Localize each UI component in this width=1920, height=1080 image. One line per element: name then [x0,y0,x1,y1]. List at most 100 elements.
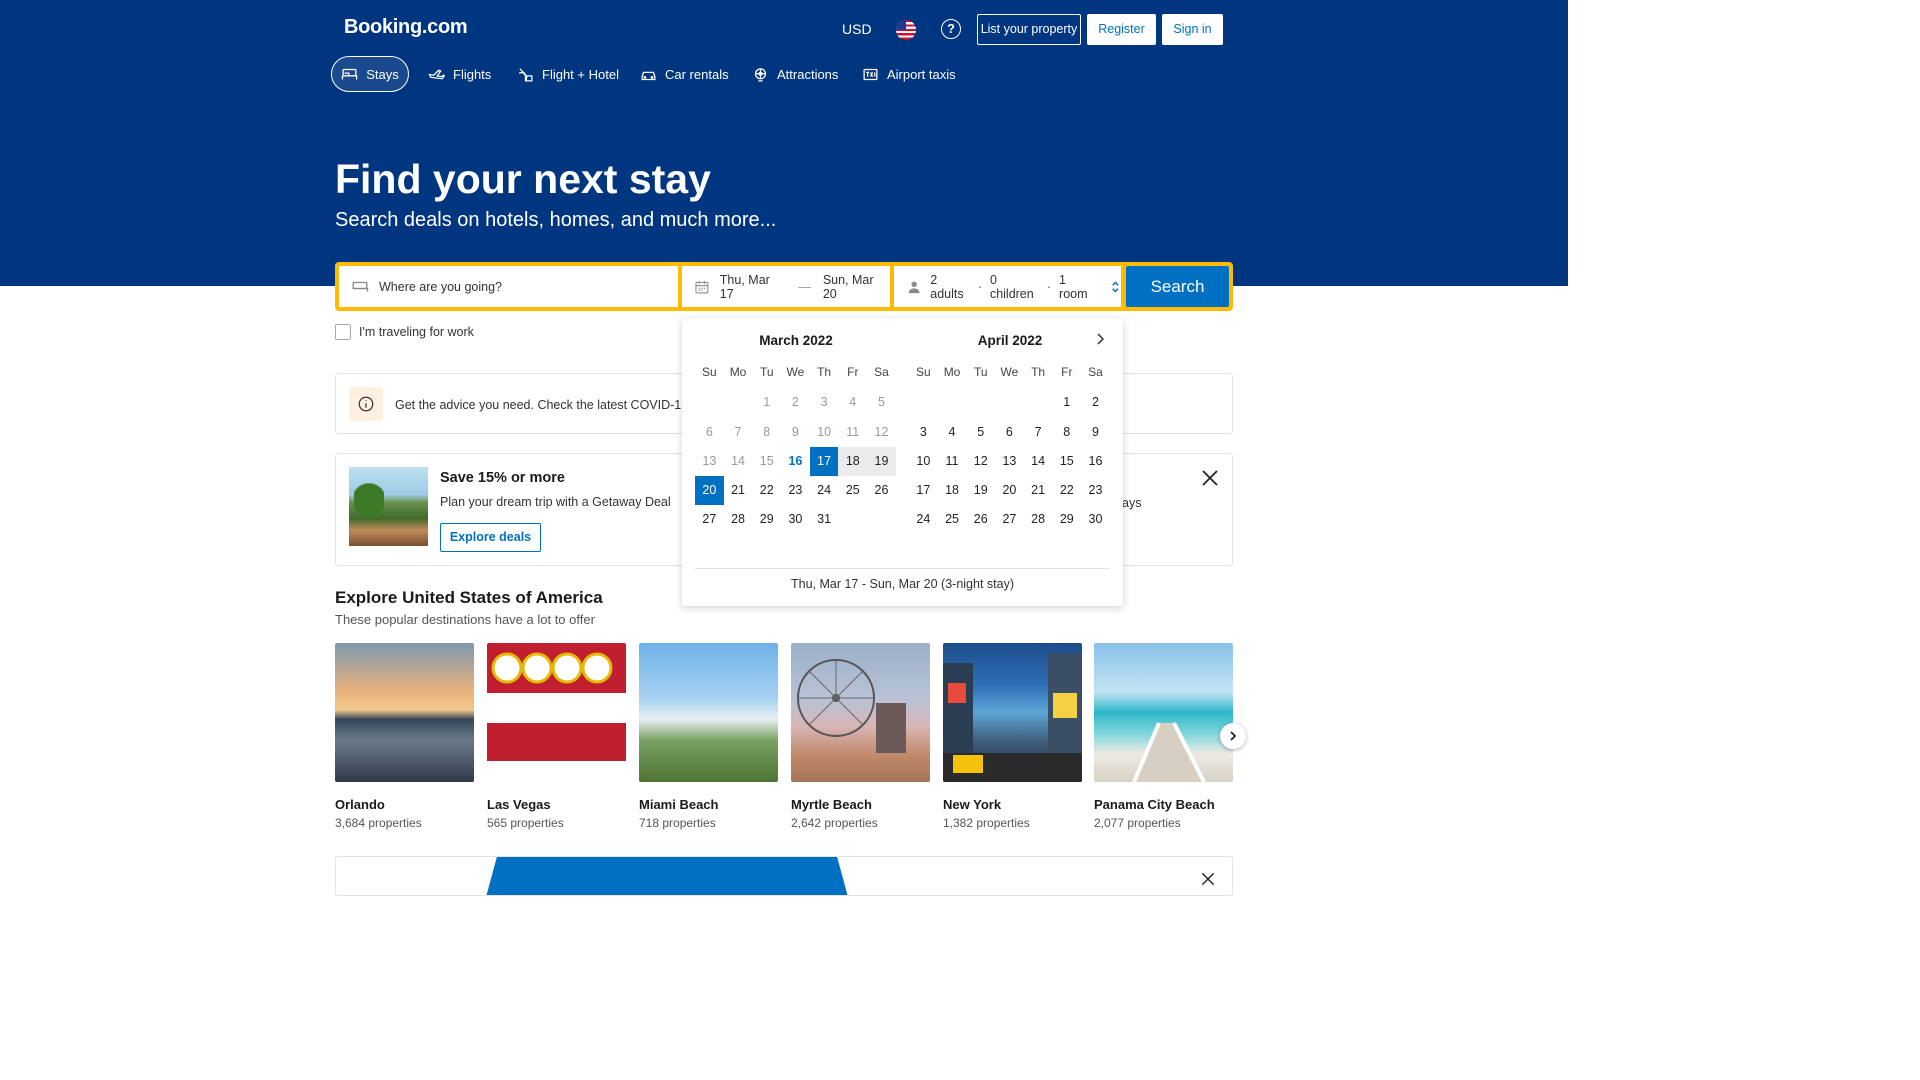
calendar-day[interactable]: 8 [1052,418,1081,447]
calendar-day[interactable]: 13 [995,447,1024,476]
calendar-day[interactable]: 16 [781,447,810,476]
calendar-day[interactable]: 28 [1024,505,1053,534]
city-image[interactable] [487,643,626,782]
calendar-day[interactable]: 1 [1052,388,1081,417]
city-name[interactable]: Miami Beach [639,797,718,812]
city-image[interactable] [639,643,778,782]
city-card-las-vegas[interactable]: Las Vegas 565 properties [487,643,626,830]
calendar-day[interactable]: 23 [781,476,810,505]
calendar-day[interactable]: 21 [724,476,753,505]
weekday-label: Su [916,365,931,379]
calendar-day[interactable]: 19 [966,476,995,505]
calendar-day[interactable]: 23 [1081,476,1110,505]
carousel-next-button[interactable] [1220,723,1246,749]
calendar-day[interactable]: 25 [838,476,867,505]
calendar-day[interactable]: 29 [752,505,781,534]
close-icon[interactable] [1200,871,1216,887]
calendar-day[interactable]: 28 [724,505,753,534]
weekday-label: Su [702,365,717,379]
work-travel-label: I'm traveling for work [359,325,474,339]
calendar-day[interactable]: 17 [809,446,839,477]
calendar-day[interactable]: 30 [1081,505,1110,534]
city-card-new-york[interactable]: New York 1,382 properties [943,643,1082,830]
calendar-day[interactable]: 31 [810,505,839,534]
city-card-myrtle-beach[interactable]: Myrtle Beach 2,642 properties [791,643,930,830]
sign-in-button[interactable]: Sign in [1162,14,1223,45]
nav-car-rentals-label: Car rentals [665,66,729,82]
empty-cell [1024,388,1053,417]
list-property-button[interactable]: List your property [977,14,1081,45]
calendar-day[interactable]: 18 [838,446,868,477]
calendar-day[interactable]: 6 [995,418,1024,447]
calendar-day[interactable]: 26 [966,505,995,534]
nav-car-rentals[interactable]: Car rentals [640,56,729,92]
calendar-day[interactable]: 22 [1052,476,1081,505]
calendar-day[interactable]: 20 [695,476,724,506]
covid-advice-text[interactable]: Get the advice you need. Check the lates… [395,398,709,412]
nav-airport-taxis[interactable]: Airport taxis [862,56,956,92]
city-card-panama-city-beach[interactable]: Panama City Beach 2,077 properties [1094,643,1233,830]
city-card-miami-beach[interactable]: Miami Beach 718 properties [639,643,778,830]
adults-count: 2 adults [930,272,964,301]
city-name[interactable]: Las Vegas [487,797,551,812]
calendar-day[interactable]: 16 [1081,447,1110,476]
city-name[interactable]: Orlando [335,797,385,812]
city-image[interactable] [1094,643,1233,782]
city-name[interactable]: New York [943,797,1001,812]
calendar-day[interactable]: 24 [909,505,938,534]
calendar-day[interactable]: 26 [867,476,896,505]
calendar-day[interactable]: 12 [966,447,995,476]
calendar-day[interactable]: 24 [810,476,839,505]
calendar-day[interactable]: 10 [909,447,938,476]
city-image[interactable] [335,643,474,782]
explore-deals-button[interactable]: Explore deals [440,523,541,552]
calendar-day[interactable]: 25 [938,505,967,534]
nav-attractions[interactable]: Attractions [752,56,838,92]
calendar-day[interactable]: 22 [752,476,781,505]
calendar-day[interactable]: 17 [909,476,938,505]
separator-dot: · [1046,279,1052,294]
help-icon[interactable]: ? [941,19,961,39]
calendar-day[interactable]: 30 [781,505,810,534]
calendar-day[interactable]: 27 [995,505,1024,534]
city-card-orlando[interactable]: Orlando 3,684 properties [335,643,474,830]
city-properties: 2,077 properties [1094,816,1181,830]
calendar-day[interactable]: 11 [938,447,967,476]
calendar-day[interactable]: 4 [938,418,967,447]
nav-stays[interactable]: Stays [331,56,409,92]
calendar-day[interactable]: 3 [909,418,938,447]
city-image[interactable] [943,643,1082,782]
calendar-day[interactable]: 20 [995,476,1024,505]
calendar-day[interactable]: 7 [1024,418,1053,447]
city-image[interactable] [791,643,930,782]
calendar-day[interactable]: 5 [966,418,995,447]
calendar-day[interactable]: 19 [867,446,896,477]
search-button[interactable]: Search [1126,266,1229,307]
nav-flight-hotel[interactable]: Flight + Hotel [517,56,619,92]
chevron-right-icon[interactable] [1092,331,1108,347]
city-name[interactable]: Panama City Beach [1094,797,1215,812]
us-flag-icon[interactable] [896,20,916,40]
calendar-day[interactable]: 14 [1024,447,1053,476]
calendar-day[interactable]: 21 [1024,476,1053,505]
register-button[interactable]: Register [1087,14,1156,45]
calendar-day[interactable]: 27 [695,505,724,534]
close-icon[interactable] [1200,468,1220,488]
calendar-day[interactable]: 2 [1081,388,1110,417]
calendar-day[interactable]: 9 [1081,418,1110,447]
calendar-day[interactable]: 29 [1052,505,1081,534]
calendar-day: 10 [817,424,832,439]
calendar-day[interactable]: 18 [938,476,967,505]
person-icon [908,281,920,293]
work-travel-option[interactable]: I'm traveling for work [335,324,474,340]
booking-logo[interactable]: Booking.com [344,16,468,39]
currency-selector[interactable]: USD [842,21,872,37]
work-travel-checkbox[interactable] [335,324,351,340]
city-name[interactable]: Myrtle Beach [791,797,872,812]
destination-input[interactable]: Where are you going? [339,266,678,307]
date-range-field[interactable]: Thu, Mar 17 — Sun, Mar 20 [682,266,890,307]
guests-field[interactable]: 2 adults · 0 children · 1 room [894,266,1121,307]
calendar-day[interactable]: 15 [1052,447,1081,476]
calendar-day: 13 [702,453,717,468]
nav-flights[interactable]: Flights [428,56,491,92]
